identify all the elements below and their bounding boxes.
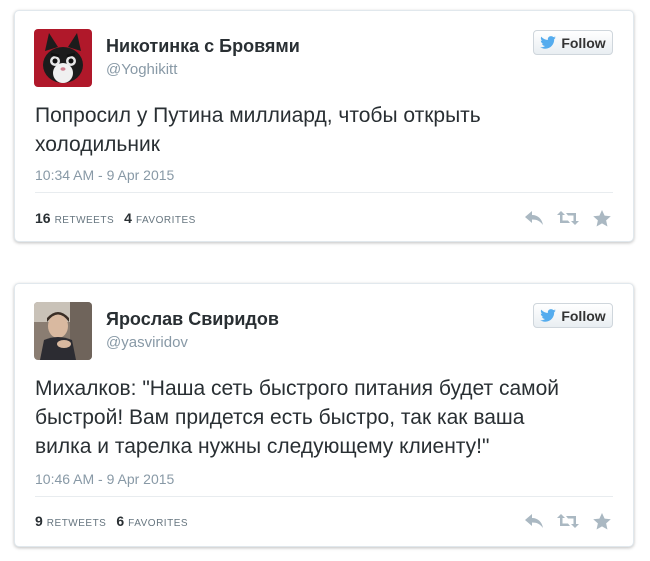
favorites-label: FAVORITES [128, 513, 189, 529]
follow-label: Follow [561, 34, 606, 51]
retweets-label: RETWEETS [46, 513, 107, 529]
avatar[interactable] [34, 302, 92, 360]
tweet-text-line: Михалков: "Наша сеть быстрого питания бу… [35, 377, 559, 400]
tweet-stats: 16 RETWEETS 4 FAVORITES [35, 210, 206, 226]
retweets-label: RETWEETS [54, 210, 115, 226]
retweet-icon[interactable] [557, 512, 579, 530]
tweet-text-line: Попросил у Путина миллиард, чтобы открыт… [35, 104, 481, 127]
favorite-count[interactable]: 6 [116, 513, 124, 529]
favorite-star-icon[interactable] [591, 209, 613, 227]
divider [35, 192, 613, 193]
timestamp[interactable]: 10:34 AM - 9 Apr 2015 [35, 167, 174, 183]
twitter-bird-icon [540, 36, 557, 49]
reply-icon[interactable] [523, 512, 545, 530]
tweet-text-line: вилка и тарелка нужны следующему клиенту… [35, 435, 490, 458]
favorite-star-icon[interactable] [591, 512, 613, 530]
follow-button[interactable]: Follow [533, 30, 613, 55]
tweet-text: Попросил у Путина миллиард, чтобы открыт… [35, 101, 617, 159]
tweet-card: Никотинка с Бровями @Yoghikitt Follow По… [14, 10, 634, 242]
follow-label: Follow [561, 307, 606, 324]
follow-button[interactable]: Follow [533, 303, 613, 328]
favorites-label: FAVORITES [135, 210, 196, 226]
tweet-card: Ярослав Свиридов @yasviridov Follow Миха… [14, 283, 634, 547]
tweet-text-line: холодильник [35, 133, 160, 156]
reply-icon[interactable] [523, 209, 545, 227]
tweet-stats: 9 RETWEETS 6 FAVORITES [35, 513, 198, 529]
favorite-count[interactable]: 4 [124, 210, 132, 226]
user-handle[interactable]: @Yoghikitt [106, 61, 177, 78]
twitter-bird-icon [540, 309, 557, 322]
tweet-text: Михалков: "Наша сеть быстрого питания бу… [35, 374, 617, 461]
timestamp[interactable]: 10:46 AM - 9 Apr 2015 [35, 471, 174, 487]
tweet-text-line: быстрой! Вам придется есть быстро, так к… [35, 406, 525, 429]
user-handle[interactable]: @yasviridov [106, 334, 188, 351]
tweet-actions [523, 209, 613, 227]
retweet-count[interactable]: 16 [35, 210, 51, 226]
divider [35, 496, 613, 497]
tweet-actions [523, 512, 613, 530]
display-name[interactable]: Ярослав Свиридов [106, 309, 279, 330]
retweet-count[interactable]: 9 [35, 513, 43, 529]
avatar[interactable] [34, 29, 92, 87]
display-name[interactable]: Никотинка с Бровями [106, 36, 300, 57]
retweet-icon[interactable] [557, 209, 579, 227]
